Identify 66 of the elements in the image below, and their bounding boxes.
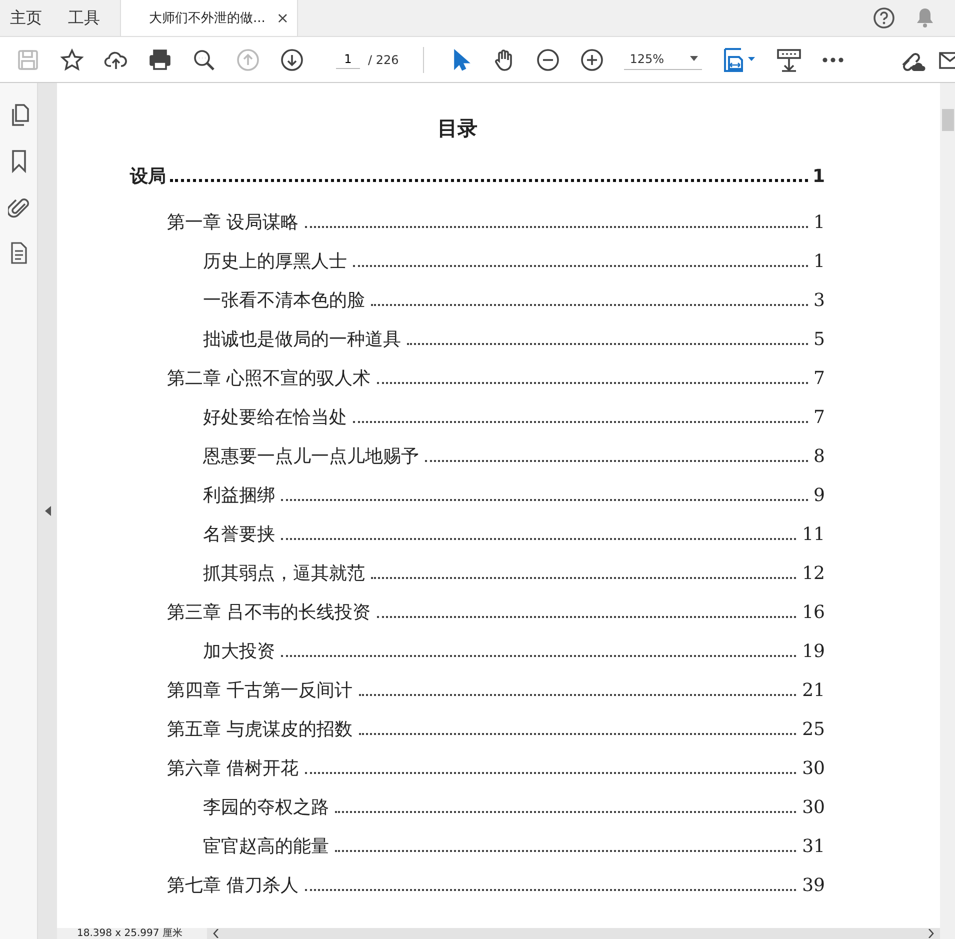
toc-entry[interactable]: 加大投资 xyxy=(203,632,275,671)
vertical-scrollbar[interactable] xyxy=(940,83,955,939)
toc-page-number: 19 xyxy=(802,640,825,664)
toc-entry[interactable]: 历史上的厚黑人士 xyxy=(203,242,347,281)
document-tab[interactable]: 大师们不外泄的做... × xyxy=(120,0,298,36)
toc-entry[interactable]: 第五章 与虎谋皮的招数 xyxy=(167,710,353,749)
toc-entry[interactable]: 抓其弱点，逼其就范 xyxy=(203,554,365,593)
toc-page-number: 21 xyxy=(802,679,825,703)
search-icon xyxy=(192,48,216,72)
toc-page-number: 11 xyxy=(802,523,825,547)
zoom-in-icon xyxy=(580,48,604,72)
toc-entry[interactable]: 名誉要挟 xyxy=(203,515,275,554)
zoom-dropdown[interactable]: 125% xyxy=(624,50,702,70)
page-size-label: 18.398 x 25.997 厘米 xyxy=(76,928,184,939)
toc-entry[interactable]: 李园的夺权之路 xyxy=(203,788,329,827)
help-icon[interactable] xyxy=(873,7,895,29)
toc-page-number: 9 xyxy=(814,484,825,508)
nav-tab[interactable]: 工具 xyxy=(58,0,110,36)
toc-page-number: 1 xyxy=(814,211,825,235)
zoom-out-icon xyxy=(536,48,560,72)
toc-entry[interactable]: 第一章 设局谋略 xyxy=(167,203,299,242)
caret-icon xyxy=(690,56,698,61)
toc-page-number: 5 xyxy=(814,328,825,352)
more-icon[interactable] xyxy=(822,56,844,62)
toc-entry[interactable]: 拙诚也是做局的一种道具 xyxy=(203,320,401,359)
toc-entry[interactable]: 宦官赵高的能量 xyxy=(203,827,329,866)
toc-page-number: 1 xyxy=(812,165,825,189)
toc-page-number: 7 xyxy=(814,406,825,430)
toc-page-number: 31 xyxy=(802,835,825,859)
horizontal-scrollbar[interactable] xyxy=(207,928,940,939)
toc-page-number: 1 xyxy=(814,250,825,274)
nav-tab[interactable]: 主页 xyxy=(0,0,52,36)
toc-entry[interactable]: 第二章 心照不宣的驭人术 xyxy=(167,359,371,398)
toc-page-number: 16 xyxy=(802,601,825,625)
bookmark-icon[interactable] xyxy=(10,149,26,173)
toc-entry[interactable]: 一张看不清本色的脸 xyxy=(203,281,365,320)
toc-entry[interactable]: 第三章 吕不韦的长线投资 xyxy=(167,593,371,632)
toc-page-number: 7 xyxy=(814,367,825,391)
toc-entry[interactable]: 恩惠要一点儿一点儿地赐予 xyxy=(203,437,419,476)
printer-icon xyxy=(148,48,172,72)
toc-entry[interactable]: 第四章 千古第一反间计 xyxy=(167,671,353,710)
fit-page-icon[interactable] xyxy=(722,46,756,72)
toc-entry[interactable]: 好处要给在恰当处 xyxy=(203,398,347,437)
toc-page-number: 8 xyxy=(814,445,825,469)
document-tab-title[interactable]: 大师们不外泄的做... xyxy=(149,9,266,27)
toc-page-number: 12 xyxy=(802,562,825,586)
toc-entry[interactable]: 第六章 借树开花 xyxy=(167,749,299,788)
scroll-left-icon[interactable] xyxy=(213,929,219,938)
star-icon xyxy=(60,48,84,72)
scroll-mode-icon[interactable] xyxy=(776,46,802,72)
toc-entry[interactable]: 第七章 借刀杀人 xyxy=(167,866,299,905)
scroll-right-icon[interactable] xyxy=(928,929,934,938)
scroll-thumb[interactable] xyxy=(942,109,954,131)
close-tab-button[interactable]: × xyxy=(276,9,289,27)
toc-page-number: 25 xyxy=(802,718,825,742)
document-icon[interactable] xyxy=(10,241,28,265)
toc-title: 目录 xyxy=(436,115,478,142)
collapse-arrow-icon[interactable] xyxy=(44,506,50,516)
mail-icon[interactable] xyxy=(939,50,955,70)
toc-entry[interactable]: 设局 xyxy=(130,157,166,196)
toc-page-number: 3 xyxy=(814,289,825,313)
toc-page-number: 39 xyxy=(802,874,825,898)
toc-entry[interactable]: 利益捆绑 xyxy=(203,476,275,515)
page-count: / 226 xyxy=(368,52,399,66)
toc-page-number: 30 xyxy=(802,796,825,820)
toc-page-number: 30 xyxy=(802,757,825,781)
